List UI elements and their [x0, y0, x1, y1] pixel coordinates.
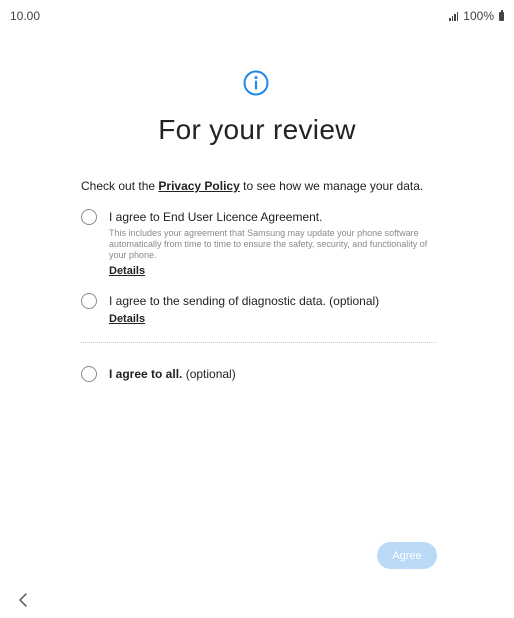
agree-all-body: I agree to all. (optional) [109, 366, 436, 382]
diagnostic-radio[interactable] [81, 293, 97, 309]
agree-all-label[interactable]: I agree to all. (optional) [109, 366, 436, 382]
status-time: 10.00 [10, 9, 41, 23]
chevron-left-icon[interactable] [16, 592, 30, 608]
agree-all-label-rest: (optional) [182, 367, 236, 381]
intro-prefix: Check out the [81, 179, 159, 193]
diagnostic-option: I agree to the sending of diagnostic dat… [81, 293, 436, 327]
battery-icon [499, 9, 504, 21]
battery-percentage: 100% [463, 9, 494, 23]
page-title: For your review [158, 114, 356, 145]
eula-details-link[interactable]: Details [109, 265, 145, 277]
info-icon [243, 70, 269, 96]
eula-radio[interactable] [81, 209, 97, 225]
status-indicators: 100% [449, 9, 504, 23]
agree-button[interactable]: Agree [377, 542, 437, 569]
screen: 10.00 100% For your review Check out the… [0, 0, 514, 618]
intro-suffix: to see how we manage your data. [239, 179, 424, 193]
intro-section: Check out the Privacy Policy to see how … [81, 178, 436, 194]
diagnostic-label[interactable]: I agree to the sending of diagnostic dat… [109, 293, 436, 309]
eula-option: I agree to End User Licence Agreement. T… [81, 209, 436, 279]
agree-all-option: I agree to all. (optional) [81, 366, 436, 382]
eula-option-body: I agree to End User Licence Agreement. T… [109, 209, 436, 279]
divider [81, 342, 436, 343]
agree-all-label-bold: I agree to all. [109, 367, 183, 381]
signal-icon [449, 11, 459, 21]
privacy-policy-link[interactable]: Privacy Policy [158, 179, 239, 193]
eula-label[interactable]: I agree to End User Licence Agreement. [109, 209, 436, 225]
eula-description: This includes your agreement that Samsun… [109, 228, 428, 260]
agree-all-radio[interactable] [81, 366, 97, 382]
intro-text: Check out the Privacy Policy to see how … [81, 178, 436, 194]
diagnostic-details-link[interactable]: Details [109, 313, 145, 325]
status-bar: 10.00 100% [0, 0, 514, 24]
diagnostic-option-body: I agree to the sending of diagnostic dat… [109, 293, 436, 327]
